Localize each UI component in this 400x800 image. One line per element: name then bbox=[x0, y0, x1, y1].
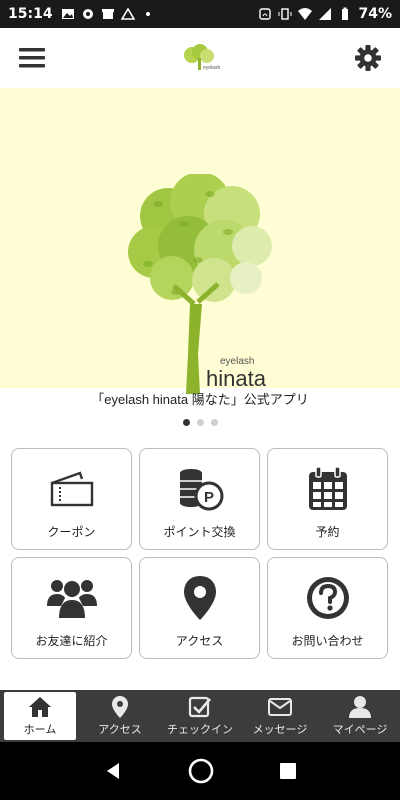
tile-label: クーポン bbox=[47, 525, 96, 539]
status-right: 74% bbox=[258, 6, 392, 22]
dot-icon bbox=[145, 12, 150, 16]
calendar-icon bbox=[303, 465, 353, 513]
system-nav-bar bbox=[0, 742, 400, 800]
map-pin-icon bbox=[112, 696, 128, 718]
hero-caption: 「eyelash hinata 陽なた」公式アプリ bbox=[91, 392, 309, 407]
settings-notification-icon bbox=[82, 9, 93, 19]
notification-icons bbox=[61, 7, 155, 21]
nav-home[interactable]: ホーム bbox=[4, 692, 76, 740]
tile-label: アクセス bbox=[175, 634, 224, 648]
nav-access[interactable]: アクセス bbox=[80, 690, 160, 742]
back-icon[interactable] bbox=[103, 761, 123, 781]
recents-icon[interactable] bbox=[279, 762, 297, 780]
nav-label: マイページ bbox=[332, 724, 388, 736]
nav-checkin[interactable]: チェックイン bbox=[160, 690, 240, 742]
hamburger-menu-icon[interactable] bbox=[16, 42, 48, 74]
coins-icon: P bbox=[175, 465, 225, 513]
app-logo: eyelash bbox=[184, 44, 220, 71]
store-icon bbox=[101, 9, 114, 19]
ticket-icon bbox=[47, 465, 97, 513]
tile-contact[interactable]: お問い合わせ bbox=[267, 557, 388, 659]
vibrate-icon bbox=[278, 8, 292, 20]
nav-label: チェックイン bbox=[167, 724, 233, 736]
hero-banner[interactable]: eyelash hinata bbox=[0, 88, 400, 394]
wifi-icon bbox=[298, 8, 313, 20]
tile-access[interactable]: アクセス bbox=[139, 557, 260, 659]
carousel-indicator bbox=[0, 419, 400, 426]
tile-points[interactable]: P ポイント交換 bbox=[139, 448, 260, 550]
home-icon bbox=[29, 697, 51, 717]
carousel-dot-2[interactable] bbox=[196, 419, 204, 426]
battery-icon bbox=[342, 7, 349, 20]
gear-icon[interactable] bbox=[352, 42, 384, 74]
tile-label: ポイント交換 bbox=[163, 525, 236, 539]
users-icon bbox=[46, 574, 97, 622]
carousel-dot-3[interactable] bbox=[210, 419, 218, 426]
nav-message[interactable]: メッセージ bbox=[240, 690, 320, 742]
tile-label: お友達に紹介 bbox=[35, 634, 108, 648]
hinata-tree-logo: eyelash hinata bbox=[128, 174, 272, 394]
image-icon bbox=[61, 9, 74, 19]
nav-label: アクセス bbox=[98, 724, 142, 736]
bottom-nav: ホーム アクセス チェックイン メッセージ マイページ bbox=[0, 690, 400, 742]
envelope-icon bbox=[268, 698, 292, 716]
home-circle-icon[interactable] bbox=[188, 758, 214, 784]
tile-refer-friend[interactable]: お友達に紹介 bbox=[11, 557, 132, 659]
drive-icon bbox=[120, 7, 135, 20]
tile-label: お問い合わせ bbox=[291, 634, 364, 648]
question-circle-icon bbox=[303, 574, 353, 622]
tile-reservation[interactable]: 予約 bbox=[267, 448, 388, 550]
nfc-icon bbox=[259, 8, 272, 20]
nav-mypage[interactable]: マイページ bbox=[320, 690, 400, 742]
app-bar: eyelash bbox=[0, 28, 400, 88]
svg-text:eyelash: eyelash bbox=[203, 65, 220, 71]
nav-label: ホーム bbox=[23, 724, 57, 736]
status-bar: 15:14 74% bbox=[0, 0, 400, 28]
checkbox-icon bbox=[188, 696, 211, 718]
status-time: 15:14 bbox=[8, 6, 53, 22]
nav-label: メッセージ bbox=[252, 724, 308, 736]
person-icon bbox=[349, 696, 371, 718]
signal-icon bbox=[319, 8, 332, 20]
carousel-dot-1[interactable] bbox=[182, 419, 190, 426]
map-pin-icon bbox=[175, 574, 225, 622]
tile-coupon[interactable]: クーポン bbox=[11, 448, 132, 550]
menu-grid: クーポン P ポイント交換 予約 お友達に紹介 アクセス お問い合わせ bbox=[11, 448, 389, 659]
tile-label: 予約 bbox=[315, 525, 340, 539]
svg-text:P: P bbox=[204, 489, 214, 506]
battery-percent: 74% bbox=[358, 6, 392, 22]
